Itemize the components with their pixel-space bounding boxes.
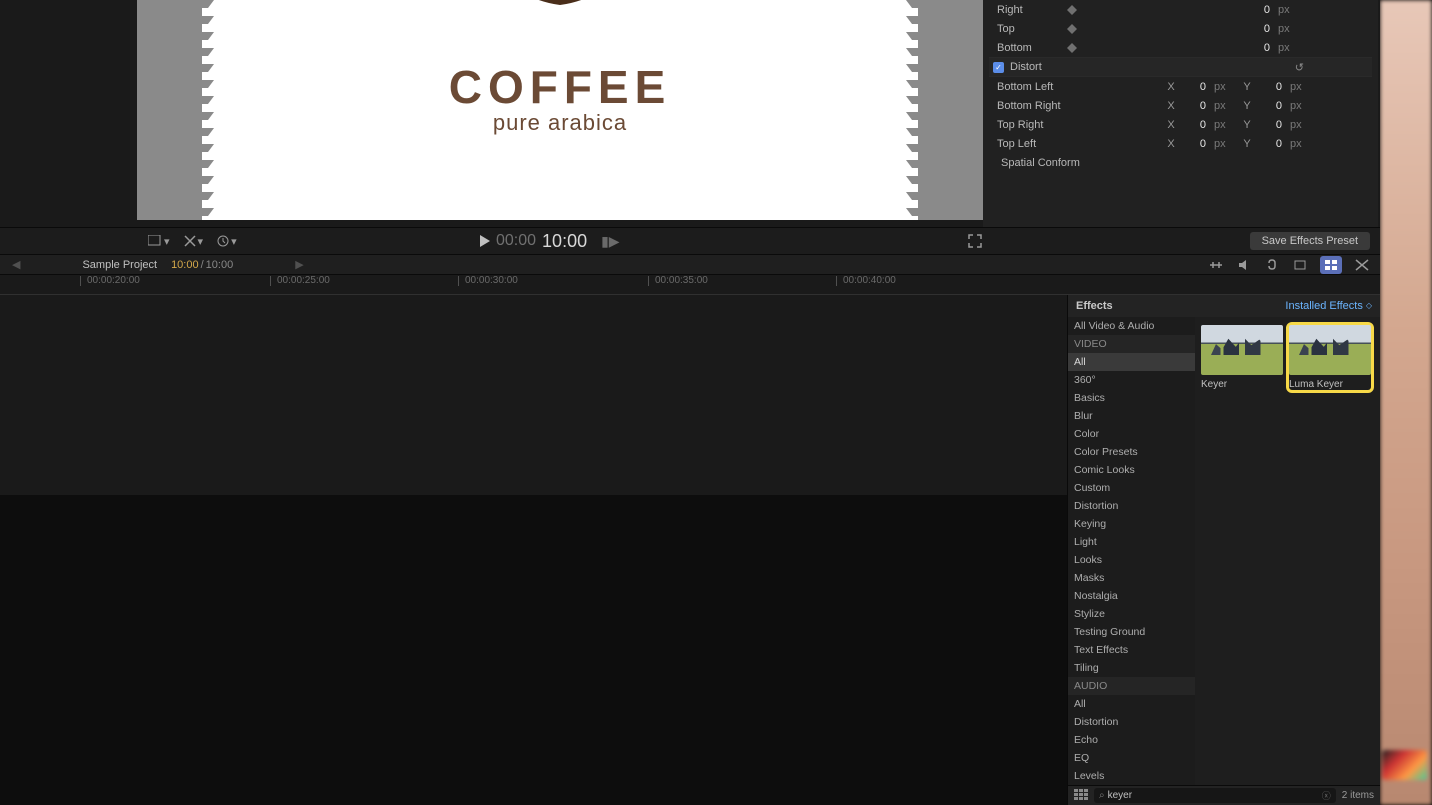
fx-category-tiling[interactable]: Tiling bbox=[1068, 659, 1195, 677]
play-icon[interactable] bbox=[480, 235, 490, 247]
crop-bottom-row[interactable]: Bottom 0px bbox=[989, 38, 1372, 57]
fx-category-audio: AUDIO bbox=[1068, 677, 1195, 695]
fx-category-stylize[interactable]: Stylize bbox=[1068, 605, 1195, 623]
fx-category-basics[interactable]: Basics bbox=[1068, 389, 1195, 407]
current-timecode[interactable]: 10:00 bbox=[171, 259, 199, 271]
ruler-tick: 00:00:40:00 bbox=[836, 275, 896, 286]
fx-thumb-luma-keyer[interactable]: Luma Keyer bbox=[1289, 325, 1371, 390]
fx-category-levels[interactable]: Levels bbox=[1068, 767, 1195, 785]
effects-title: Effects bbox=[1076, 300, 1113, 312]
ruler-tick: 00:00:35:00 bbox=[648, 275, 708, 286]
distort-section-header[interactable]: ✓ Distort ↺ bbox=[989, 57, 1372, 77]
ruler-tick: 00:00:20:00 bbox=[80, 275, 140, 286]
distort-top-left-row[interactable]: Top Left X0px Y0px bbox=[989, 134, 1372, 153]
project-name: Sample Project bbox=[82, 259, 157, 271]
logo-subtitle: pure arabica bbox=[208, 110, 912, 136]
view-options-icon[interactable]: ▾ bbox=[148, 235, 170, 248]
effects-search-input[interactable] bbox=[1108, 790, 1322, 801]
save-effects-preset-button[interactable]: Save Effects Preset bbox=[1250, 232, 1370, 250]
fullscreen-icon[interactable] bbox=[968, 234, 982, 248]
snapping-icon[interactable] bbox=[1292, 258, 1308, 272]
thumbnail-view-icon[interactable] bbox=[1074, 789, 1088, 801]
project-bar: ◀ Sample Project 10:00 / 10:00 ▶ bbox=[0, 254, 1380, 276]
next-edit-icon[interactable]: ▶ bbox=[283, 258, 315, 271]
transitions-browser-icon[interactable] bbox=[1354, 258, 1370, 272]
elapsed-time: 00:00 bbox=[496, 232, 536, 250]
fx-category-video: VIDEO bbox=[1068, 335, 1195, 353]
effects-browser: Effects Installed Effects◇ All Video & A… bbox=[1067, 295, 1380, 805]
fx-category-light[interactable]: Light bbox=[1068, 533, 1195, 551]
keyframe-icon[interactable] bbox=[1067, 43, 1077, 53]
retime-icon[interactable]: ▾ bbox=[217, 235, 237, 248]
fx-category-all[interactable]: All bbox=[1068, 695, 1195, 713]
prev-edit-icon[interactable]: ◀ bbox=[0, 258, 32, 271]
transport-bar: ▾ ▾ ▾ 00:00 10:00 ▮▶ Save Effects Preset bbox=[0, 227, 1380, 253]
effects-categories: All Video & AudioVIDEOAll360°BasicsBlurC… bbox=[1068, 317, 1195, 785]
fx-category-text-effects[interactable]: Text Effects bbox=[1068, 641, 1195, 659]
step-forward-icon[interactable]: ▮▶ bbox=[601, 233, 619, 250]
crop-top-row[interactable]: Top 0px bbox=[989, 19, 1372, 38]
fx-category-all[interactable]: All bbox=[1068, 353, 1195, 371]
viewer-canvas: COFFEE pure arabica bbox=[208, 0, 912, 220]
fx-category-distortion[interactable]: Distortion bbox=[1068, 713, 1195, 731]
fx-category-custom[interactable]: Custom bbox=[1068, 479, 1195, 497]
effects-thumbnails: KeyerLuma Keyer bbox=[1195, 317, 1380, 785]
fx-category-comic-looks[interactable]: Comic Looks bbox=[1068, 461, 1195, 479]
installed-effects-dropdown[interactable]: Installed Effects◇ bbox=[1285, 300, 1372, 312]
fx-category-360-[interactable]: 360° bbox=[1068, 371, 1195, 389]
solo-icon[interactable] bbox=[1264, 258, 1280, 272]
distort-top-right-row[interactable]: Top Right X0px Y0px bbox=[989, 115, 1372, 134]
fx-category-blur[interactable]: Blur bbox=[1068, 407, 1195, 425]
skimming-icon[interactable] bbox=[1208, 258, 1224, 272]
fx-category-echo[interactable]: Echo bbox=[1068, 731, 1195, 749]
distort-bottom-left-row[interactable]: Bottom Left X0px Y0px bbox=[989, 77, 1372, 96]
fx-thumb-keyer[interactable]: Keyer bbox=[1201, 325, 1283, 390]
search-icon: ⌕ bbox=[1099, 790, 1105, 801]
total-time: 10:00 bbox=[542, 231, 587, 252]
viewer[interactable]: COFFEE pure arabica bbox=[137, 0, 983, 220]
spatial-conform-row[interactable]: Spatial Conform bbox=[989, 153, 1372, 173]
fx-category-looks[interactable]: Looks bbox=[1068, 551, 1195, 569]
effects-browser-icon[interactable] bbox=[1320, 256, 1342, 274]
keyframe-icon[interactable] bbox=[1067, 24, 1077, 34]
logo-title: COFFEE bbox=[208, 60, 912, 114]
effects-search[interactable]: ⌕ ⓧ bbox=[1094, 788, 1336, 803]
timeline[interactable] bbox=[0, 295, 1067, 805]
total-duration: 10:00 bbox=[206, 259, 234, 271]
tools-icon[interactable]: ▾ bbox=[184, 235, 204, 248]
inspector-panel: Right 0px Top 0px Bottom 0px ✓ Distort ↺… bbox=[983, 0, 1378, 227]
app-window: COFFEE pure arabica Right 0px Top 0px Bo… bbox=[0, 0, 1380, 805]
fx-category-color[interactable]: Color bbox=[1068, 425, 1195, 443]
fx-category-masks[interactable]: Masks bbox=[1068, 569, 1195, 587]
fx-category-keying[interactable]: Keying bbox=[1068, 515, 1195, 533]
clear-search-icon[interactable]: ⓧ bbox=[1322, 789, 1331, 802]
ruler-tick: 00:00:25:00 bbox=[270, 275, 330, 286]
crop-right-row[interactable]: Right 0px bbox=[989, 0, 1372, 19]
fx-category-distortion[interactable]: Distortion bbox=[1068, 497, 1195, 515]
fx-category-testing-ground[interactable]: Testing Ground bbox=[1068, 623, 1195, 641]
keyframe-icon[interactable] bbox=[1067, 5, 1077, 15]
distort-checkbox[interactable]: ✓ bbox=[993, 62, 1004, 73]
fx-category-eq[interactable]: EQ bbox=[1068, 749, 1195, 767]
reset-icon[interactable]: ↺ bbox=[1295, 61, 1304, 74]
fx-category-all-video-audio[interactable]: All Video & Audio bbox=[1068, 317, 1195, 335]
audio-skimming-icon[interactable] bbox=[1236, 258, 1252, 272]
fx-category-nostalgia[interactable]: Nostalgia bbox=[1068, 587, 1195, 605]
ruler-tick: 00:00:30:00 bbox=[458, 275, 518, 286]
effects-count: 2 items bbox=[1342, 790, 1374, 801]
background-photo bbox=[1380, 0, 1432, 805]
timeline-ruler[interactable]: 00:00:20:00 00:00:25:00 00:00:30:00 00:00:3… bbox=[0, 275, 1380, 295]
distort-bottom-right-row[interactable]: Bottom Right X0px Y0px bbox=[989, 96, 1372, 115]
fx-category-color-presets[interactable]: Color Presets bbox=[1068, 443, 1195, 461]
